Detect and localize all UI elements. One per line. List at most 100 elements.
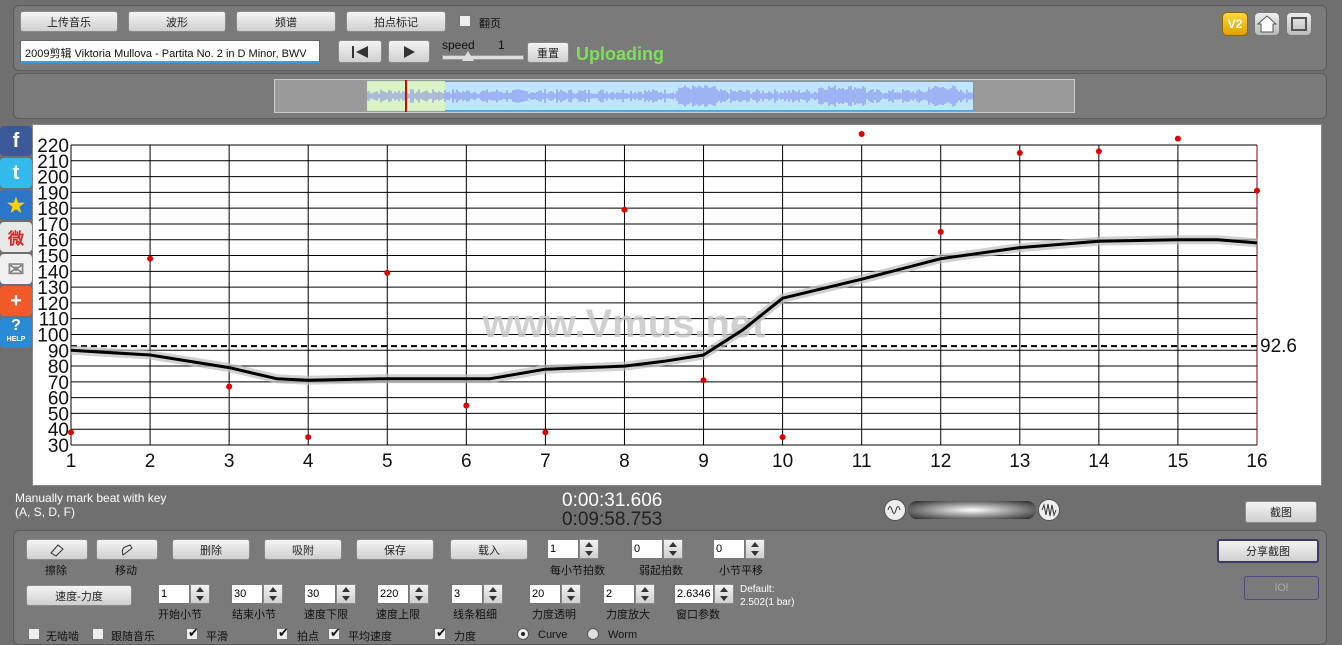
twitter-icon[interactable]: t: [0, 158, 32, 188]
end-bar-arrows[interactable]: [263, 584, 283, 604]
x-tick-label: 5: [382, 451, 393, 472]
skip-back-button[interactable]: [338, 40, 382, 63]
save-button[interactable]: 保存: [356, 539, 434, 560]
dynamics-checkbox[interactable]: [434, 625, 447, 641]
spectrum-button[interactable]: 频谱: [236, 11, 336, 32]
fullscreen-icon[interactable]: [1286, 12, 1312, 36]
beats-per-bar-value[interactable]: 1: [547, 539, 579, 559]
move-button[interactable]: [96, 539, 158, 560]
beat-point: [226, 383, 233, 390]
waveform-track[interactable]: [274, 79, 1075, 113]
beat-point: [1095, 148, 1102, 155]
follow-music-label: 跟随音乐: [111, 631, 155, 643]
help-icon[interactable]: ? HELP: [0, 318, 32, 348]
share-screenshot-button[interactable]: 分享截图: [1217, 539, 1319, 563]
x-tick-label: 8: [619, 451, 630, 472]
end-bar-stepper[interactable]: 30: [231, 584, 283, 604]
weak-beats-value[interactable]: 0: [631, 539, 663, 559]
eraser-button[interactable]: [26, 539, 88, 560]
weibo-icon[interactable]: 微: [0, 222, 32, 252]
playhead-marker[interactable]: [405, 80, 407, 112]
beat-mark-button[interactable]: 拍点标记: [346, 11, 446, 32]
skip-back-icon: [352, 45, 368, 58]
load-button[interactable]: 载入: [450, 539, 528, 560]
favorite-star-icon[interactable]: ★: [0, 190, 32, 220]
default-line2: 2.502(1 bar): [740, 597, 795, 608]
dyn-scale-arrows[interactable]: [635, 584, 655, 604]
average-tempo-label: 平均速度: [348, 631, 392, 643]
start-bar-value[interactable]: 1: [158, 584, 190, 604]
beat-checkbox[interactable]: [276, 625, 289, 641]
tempo-lower-arrows[interactable]: [336, 584, 356, 604]
add-share-icon[interactable]: +: [0, 286, 32, 316]
reset-button[interactable]: 重置: [527, 42, 569, 63]
x-tick-label: 3: [224, 451, 235, 472]
tempo-lower-value[interactable]: 30: [304, 584, 336, 604]
smooth-checkbox[interactable]: [186, 625, 199, 641]
dyn-opacity-stepper[interactable]: 20: [529, 584, 581, 604]
wave-high-icon[interactable]: [1038, 499, 1060, 521]
waveform-button[interactable]: 波形: [128, 11, 226, 32]
tempo-chart-area[interactable]: 30 40 50 60 70 80 90 100 110 120 130 140 150 160 170 18…: [32, 124, 1322, 486]
beat-point: [937, 228, 944, 235]
worm-radio[interactable]: [587, 628, 599, 640]
tempo-dynamics-button[interactable]: 速度-力度: [26, 585, 132, 606]
weak-beats-stepper[interactable]: 0: [631, 539, 683, 559]
beats-per-bar-stepper[interactable]: 1: [547, 539, 599, 559]
track-title-field[interactable]: 2009剪辑 Viktoria Mullova - Partita No. 2 …: [20, 40, 320, 63]
bar-offset-stepper[interactable]: 0: [713, 539, 765, 559]
weak-beats-arrows[interactable]: [663, 539, 683, 559]
bar-offset-arrows[interactable]: [745, 539, 765, 559]
dyn-opacity-value[interactable]: 20: [529, 584, 561, 604]
window-param-stepper[interactable]: 2.6346: [674, 584, 734, 604]
disabled-button[interactable]: lOl: [1244, 576, 1319, 600]
line-width-stepper[interactable]: 3: [451, 584, 503, 604]
dyn-scale-value[interactable]: 2: [603, 584, 635, 604]
line-width-value[interactable]: 3: [451, 584, 483, 604]
play-icon: [404, 45, 415, 58]
average-tempo-label: 92.6: [1260, 336, 1297, 357]
curve-radio[interactable]: [517, 628, 529, 640]
default-line1: Default:: [740, 584, 775, 595]
dyn-opacity-arrows[interactable]: [561, 584, 581, 604]
upload-music-button[interactable]: 上传音乐: [20, 11, 118, 32]
line-width-arrows[interactable]: [483, 584, 503, 604]
window-param-value[interactable]: 2.6346: [674, 584, 714, 604]
start-bar-arrows[interactable]: [190, 584, 210, 604]
tempo-lower-label: 速度下限: [304, 609, 348, 621]
home-icon[interactable]: [1254, 12, 1280, 36]
speed-slider-thumb[interactable]: [462, 51, 474, 61]
curve-label: Curve: [538, 629, 568, 641]
nowrite-checkbox[interactable]: [28, 628, 40, 640]
speed-slider[interactable]: [442, 55, 524, 60]
beats-per-bar-arrows[interactable]: [579, 539, 599, 559]
x-tick-label: 4: [303, 451, 314, 472]
v2-badge-icon[interactable]: V2: [1222, 12, 1248, 36]
page-flip-checkbox[interactable]: [459, 15, 471, 27]
dyn-scale-stepper[interactable]: 2: [603, 584, 655, 604]
play-button[interactable]: [388, 40, 430, 63]
window-param-label: 窗口参数: [676, 609, 720, 621]
follow-music-checkbox[interactable]: [92, 628, 104, 640]
bar-offset-value[interactable]: 0: [713, 539, 745, 559]
volume-control[interactable]: [884, 499, 1060, 523]
volume-slider[interactable]: [908, 501, 1036, 519]
email-icon[interactable]: ✉: [0, 254, 32, 284]
end-bar-value[interactable]: 30: [231, 584, 263, 604]
tempo-lower-stepper[interactable]: 30: [304, 584, 356, 604]
start-bar-stepper[interactable]: 1: [158, 584, 210, 604]
tempo-upper-arrows[interactable]: [409, 584, 429, 604]
help-glyph: ?: [11, 317, 21, 334]
tempo-chart[interactable]: 3040506070809010011012013014015016017018…: [33, 125, 1321, 485]
tempo-upper-value[interactable]: 220: [377, 584, 409, 604]
snap-button[interactable]: 吸附: [264, 539, 342, 560]
facebook-icon[interactable]: f: [0, 126, 32, 156]
average-tempo-checkbox[interactable]: [328, 625, 341, 641]
window-param-arrows[interactable]: [714, 584, 734, 604]
screenshot-button[interactable]: 截图: [1245, 501, 1317, 523]
tempo-upper-stepper[interactable]: 220: [377, 584, 429, 604]
wave-low-icon[interactable]: [884, 499, 906, 521]
beat-point: [779, 434, 786, 441]
delete-button[interactable]: 删除: [172, 539, 250, 560]
upload-status: Uploading: [576, 44, 664, 64]
